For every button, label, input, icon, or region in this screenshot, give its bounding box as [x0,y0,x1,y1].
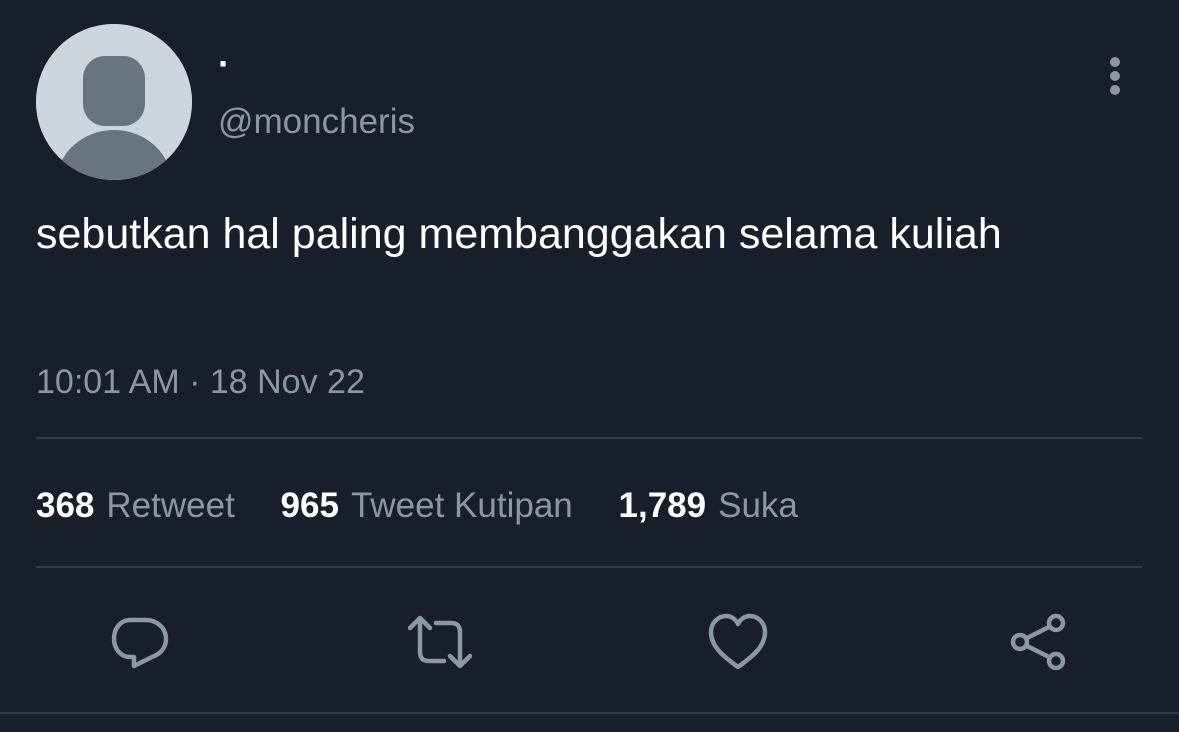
retweet-label: Retweet [106,486,235,525]
like-count: 1,789 [618,486,707,525]
default-avatar-icon [36,24,192,180]
like-button[interactable] [706,610,770,674]
retweet-button[interactable] [408,610,472,674]
like-stat[interactable]: 1,789 Suka [619,484,798,528]
like-label: Suka [718,486,798,525]
share-button[interactable] [1006,610,1070,674]
quote-tweet-label: Tweet Kutipan [350,486,573,525]
tweet-stats: 368 Retweet 965 Tweet Kutipan 1,789 Suka [36,484,834,528]
more-options-button[interactable] [1096,52,1136,100]
share-icon [1010,613,1066,671]
quote-tweet-stat[interactable]: 965 Tweet Kutipan [281,484,573,528]
reply-button[interactable] [108,610,172,674]
heart-icon [708,613,768,670]
author-display-name[interactable]: · [218,44,230,84]
retweet-count: 368 [36,486,95,525]
retweet-stat[interactable]: 368 Retweet [36,484,235,528]
avatar[interactable] [36,24,192,180]
divider [36,566,1142,568]
reply-icon [111,617,169,669]
tweet-text: sebutkan hal paling membanggakan selama … [36,210,1002,258]
divider [36,437,1142,439]
tweet-timestamp[interactable]: 10:01 AM · 18 Nov 22 [36,362,365,402]
quote-tweet-count: 965 [280,486,339,525]
tweet-detail: · @moncheris sebutkan hal paling membang… [0,0,1179,732]
divider [0,712,1179,714]
more-vertical-icon [1110,57,1120,95]
retweet-icon [408,615,472,669]
author-handle[interactable]: @moncheris [218,102,415,142]
